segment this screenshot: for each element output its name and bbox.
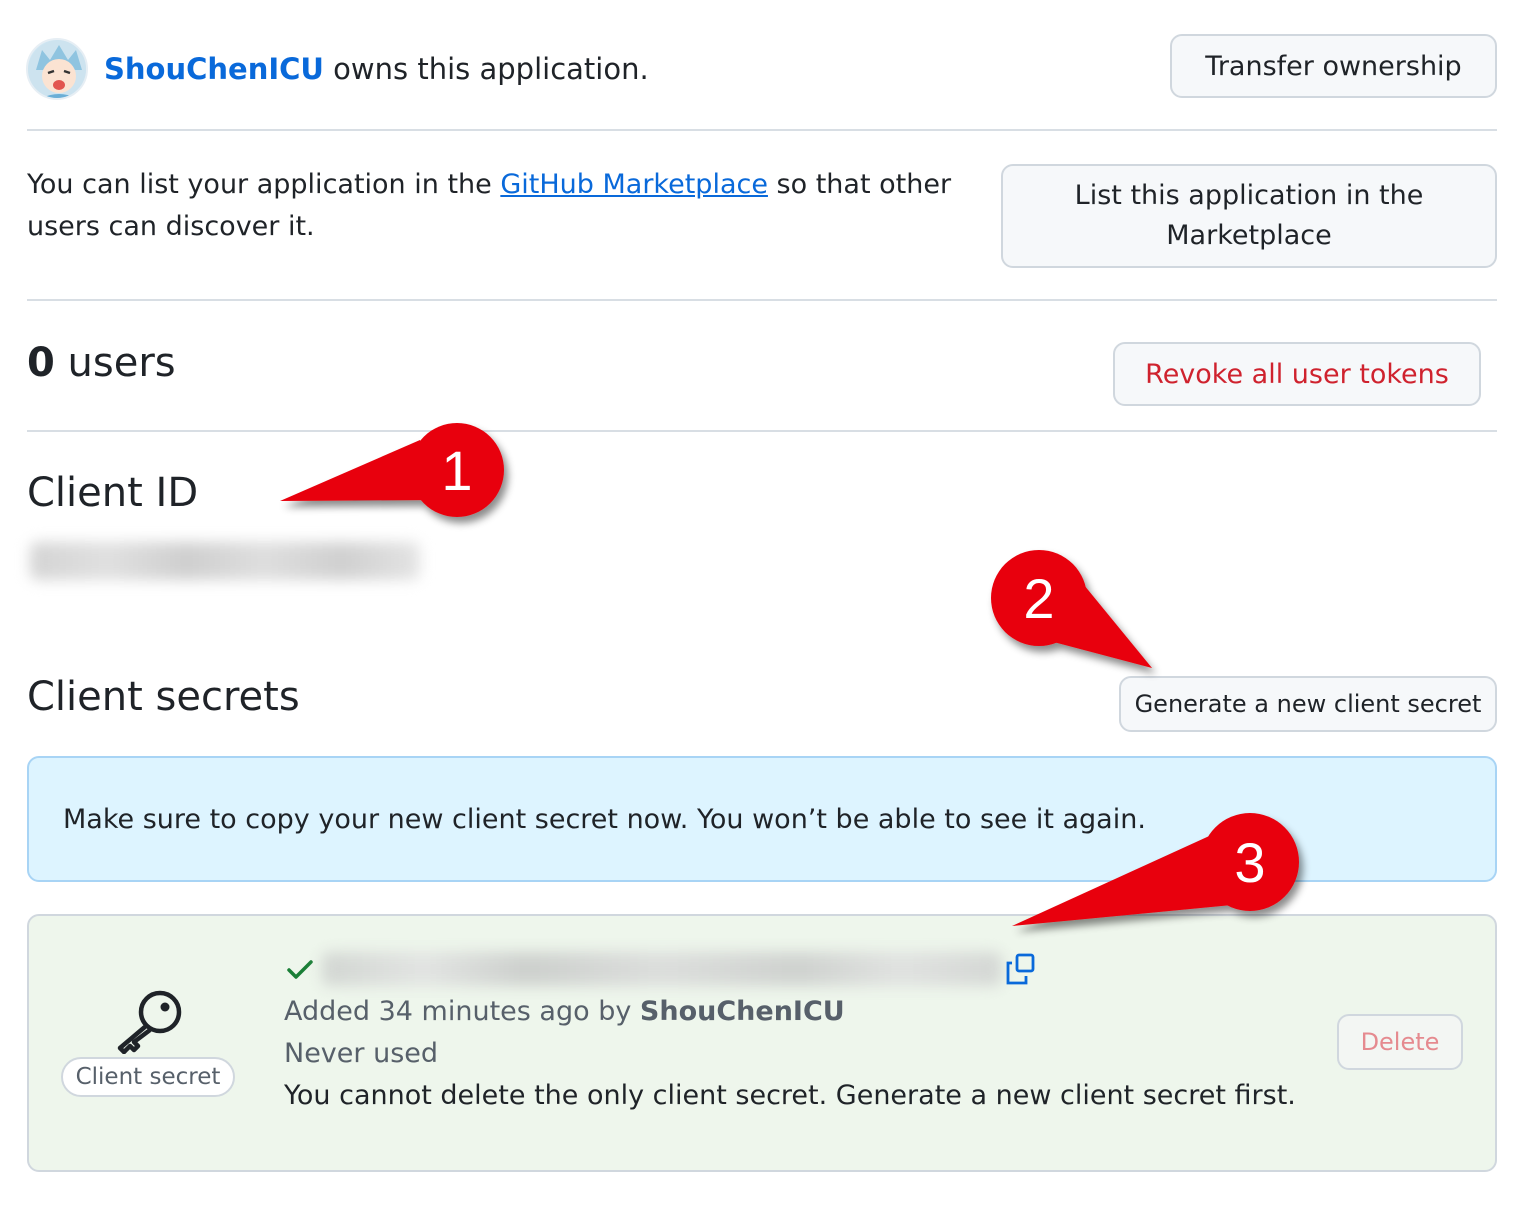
revoke-all-user-tokens-button[interactable]: Revoke all user tokens bbox=[1113, 342, 1481, 406]
owner-link[interactable]: ShouChenICU bbox=[104, 52, 324, 86]
delete-note: You cannot delete the only client secret… bbox=[284, 1080, 1296, 1111]
marketplace-text-before: You can list your application in the bbox=[27, 169, 501, 200]
client-id-heading: Client ID bbox=[27, 470, 199, 516]
annotation-number-2: 2 bbox=[1023, 567, 1054, 630]
github-marketplace-link[interactable]: GitHub Marketplace bbox=[500, 169, 768, 200]
client-secret-label: Client secret bbox=[61, 1057, 235, 1097]
added-by-user: ShouChenICU bbox=[639, 996, 845, 1027]
list-in-marketplace-button[interactable]: List this application in the Marketplace bbox=[1001, 164, 1497, 268]
added-prefix: Added 34 minutes ago by bbox=[284, 996, 640, 1027]
client-secret-value-blurred bbox=[322, 952, 1002, 986]
users-count-label: users bbox=[54, 340, 176, 386]
annotation-callout-1 bbox=[280, 423, 504, 517]
owner-text: ShouChenICU owns this application. bbox=[104, 52, 649, 86]
owner-row: ShouChenICU owns this application. bbox=[26, 38, 649, 100]
client-secrets-heading: Client secrets bbox=[27, 674, 300, 720]
key-icon bbox=[114, 988, 184, 1055]
users-count: 0 users bbox=[27, 340, 176, 386]
added-meta: Added 34 minutes ago by ShouChenICU bbox=[284, 996, 845, 1027]
usage-status: Never used bbox=[284, 1038, 439, 1069]
flash-message-text: Make sure to copy your new client secret… bbox=[63, 803, 1146, 835]
avatar[interactable] bbox=[26, 38, 88, 100]
annotation-callout-2 bbox=[991, 550, 1152, 668]
owner-suffix: owns this application. bbox=[323, 52, 649, 86]
copy-icon[interactable] bbox=[1004, 952, 1036, 986]
annotation-number-1: 1 bbox=[441, 439, 472, 502]
marketplace-text: You can list your application in the Git… bbox=[27, 164, 957, 248]
divider bbox=[27, 430, 1497, 432]
flash-message: Make sure to copy your new client secret… bbox=[27, 756, 1497, 882]
delete-button[interactable]: Delete bbox=[1337, 1014, 1463, 1070]
users-count-number: 0 bbox=[27, 340, 55, 386]
transfer-ownership-button[interactable]: Transfer ownership bbox=[1170, 34, 1497, 98]
client-id-value-blurred bbox=[30, 542, 420, 580]
generate-new-client-secret-button[interactable]: Generate a new client secret bbox=[1119, 676, 1497, 732]
divider bbox=[27, 299, 1497, 301]
divider bbox=[27, 129, 1497, 131]
check-icon bbox=[286, 958, 314, 982]
